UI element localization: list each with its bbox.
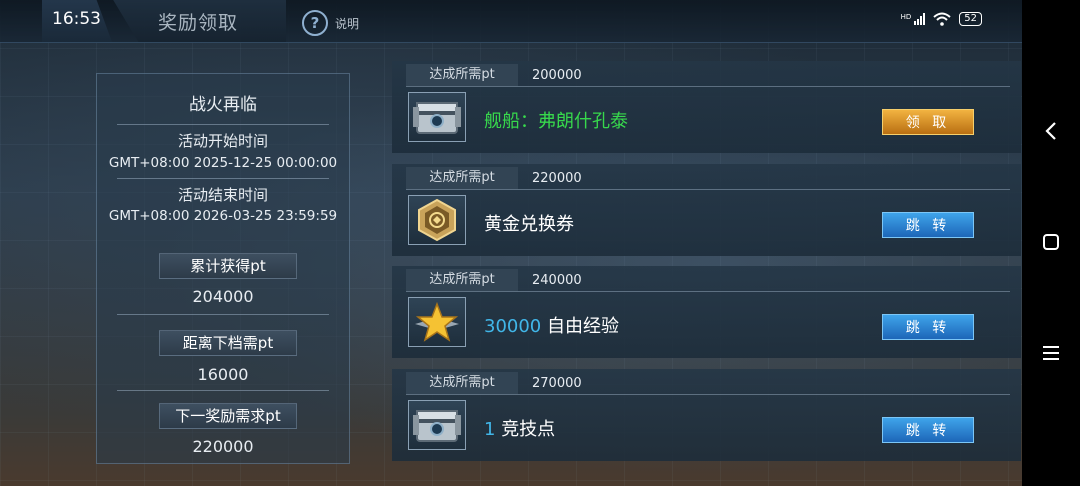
battery-icon: 52: [959, 12, 982, 26]
requirement-value: 270000: [532, 375, 582, 391]
divider: [117, 314, 329, 315]
start-time-label: 活动开始时间: [177, 132, 268, 150]
divider: [406, 394, 1010, 395]
reward-quantity: 1: [484, 419, 496, 440]
gold-voucher-icon[interactable]: [408, 195, 466, 245]
jump-button[interactable]: 跳 转: [882, 212, 974, 238]
divider: [406, 189, 1010, 190]
next-reward-pt-label: 下一奖励需求pt: [159, 403, 297, 429]
divider: [117, 390, 329, 391]
event-info-panel: 战火再临 活动开始时间 GMT+08:00 2025-12-25 00:00:0…: [96, 73, 350, 464]
event-name: 战火再临: [189, 95, 257, 115]
status-icons: HD 52: [901, 12, 982, 26]
help-label[interactable]: 说明: [335, 15, 359, 32]
reward-name: 1 竞技点: [484, 415, 555, 441]
end-time-value: GMT+08:00 2026-03-25 23:59:59: [108, 208, 338, 224]
nav-menu-icon[interactable]: [1022, 333, 1080, 373]
status-time: 16:53: [52, 9, 101, 29]
nav-back-icon[interactable]: [1022, 113, 1080, 153]
end-time-label: 活动结束时间: [177, 186, 268, 204]
top-bar: 16:53 奖励领取 ? 说明 HD 52: [0, 0, 1022, 43]
requirement-label: 达成所需pt: [406, 64, 518, 86]
reward-card: 达成所需pt 270000 1 竞技点 跳 转: [392, 369, 1021, 461]
treasure-chest-icon[interactable]: [408, 92, 466, 142]
jump-button[interactable]: 跳 转: [882, 417, 974, 443]
reward-name: 30000 自由经验: [484, 312, 619, 338]
requirement-label: 达成所需pt: [406, 269, 518, 291]
divider: [406, 86, 1010, 87]
nav-home-icon[interactable]: [1022, 223, 1080, 263]
reward-item: 竞技点: [501, 419, 556, 440]
divider: [117, 178, 329, 179]
requirement-value: 220000: [532, 170, 582, 186]
reward-quantity: 30000: [484, 316, 542, 337]
system-nav-bar: [1022, 0, 1080, 486]
requirement-row: 达成所需pt 240000: [406, 269, 582, 291]
next-tier-pt-label: 距离下档需pt: [159, 330, 297, 356]
total-pt-value: 204000: [192, 287, 254, 306]
requirement-label: 达成所需pt: [406, 372, 518, 394]
next-reward-pt-value: 220000: [192, 437, 254, 456]
reward-item: 自由经验: [547, 316, 619, 337]
requirement-row: 达成所需pt 200000: [406, 64, 582, 86]
wifi-icon: [933, 12, 951, 26]
divider: [406, 291, 1010, 292]
gold-star-icon[interactable]: [408, 297, 466, 347]
help-icon[interactable]: ?: [302, 10, 328, 36]
jump-button[interactable]: 跳 转: [882, 314, 974, 340]
signal-icon: HD: [901, 13, 926, 25]
reward-name: 舰船：弗朗什孔泰: [484, 111, 628, 132]
requirement-row: 达成所需pt 220000: [406, 167, 582, 189]
requirement-value: 240000: [532, 272, 582, 288]
reward-card: 达成所需pt 240000 30000 自由经验 跳 转: [392, 266, 1021, 358]
game-screen: 16:53 奖励领取 ? 说明 HD 52 战火再临 活动开始时间 GMT+08…: [0, 0, 1022, 486]
page-title: 奖励领取: [158, 12, 239, 34]
requirement-value: 200000: [532, 67, 582, 83]
next-tier-pt-value: 16000: [197, 365, 249, 384]
requirement-row: 达成所需pt 270000: [406, 372, 582, 394]
hd-badge: HD: [900, 13, 912, 21]
requirement-label: 达成所需pt: [406, 167, 518, 189]
reward-card: 达成所需pt 220000 黄金兑换券 跳 转: [392, 164, 1021, 256]
reward-name: 黄金兑换券: [484, 214, 574, 235]
claim-button[interactable]: 领 取: [882, 109, 974, 135]
total-pt-label: 累计获得pt: [159, 253, 297, 279]
divider: [117, 124, 329, 125]
start-time-value: GMT+08:00 2025-12-25 00:00:00: [108, 155, 338, 171]
reward-card: 达成所需pt 200000 舰船：弗朗什孔泰 领 取: [392, 61, 1021, 153]
treasure-chest-icon[interactable]: [408, 400, 466, 450]
